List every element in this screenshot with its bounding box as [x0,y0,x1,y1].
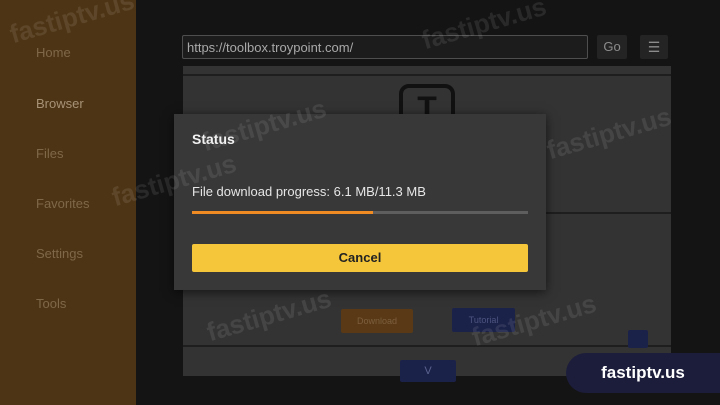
url-input[interactable]: https://toolbox.troypoint.com/ [182,35,588,59]
menu-icon[interactable]: ☰ [640,35,668,59]
cancel-button[interactable]: Cancel [192,244,528,272]
sidebar-item-settings[interactable]: Settings [36,246,83,261]
progress-bar [192,211,528,214]
sidebar-item-files[interactable]: Files [36,146,63,161]
page-download-button[interactable]: Download [341,309,413,333]
page-divider [183,74,671,76]
progress-label: File download progress: 6.1 MB/11.3 MB [192,184,426,199]
sidebar-item-tools[interactable]: Tools [36,296,66,311]
sidebar-item-favorites[interactable]: Favorites [36,196,89,211]
sidebar-item-browser[interactable]: Browser [36,96,84,111]
page-divider [183,345,671,347]
progress-fill [192,211,374,214]
scroll-up-button[interactable] [628,330,648,348]
site-badge: fastiptv.us [566,353,720,393]
go-button[interactable]: Go [597,35,627,59]
url-text: https://toolbox.troypoint.com/ [187,40,354,55]
page-bottom-button[interactable]: V [400,360,456,382]
sidebar-item-home[interactable]: Home [36,45,71,60]
